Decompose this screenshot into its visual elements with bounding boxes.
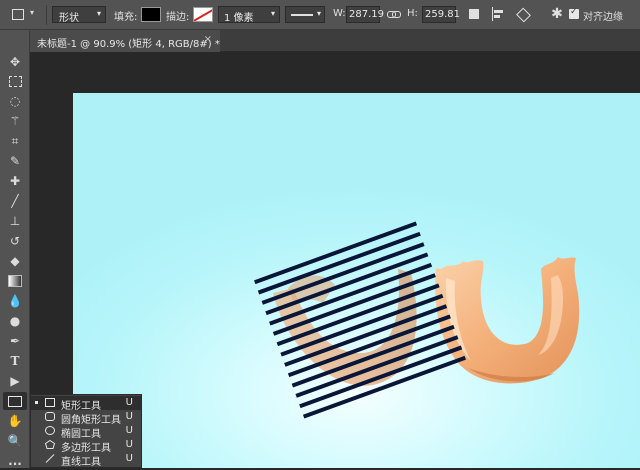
letter-u-right [435, 257, 580, 384]
history-brush-tool-icon[interactable]: ↺ [3, 232, 27, 250]
document-tab-bar: « 未标题-1 @ 90.9% (矩形 4, RGB/8#) * × [0, 30, 640, 52]
healing-brush-tool-icon[interactable]: ✚ [3, 172, 27, 190]
clone-stamp-tool-icon[interactable]: ⊥ [3, 212, 27, 230]
document-canvas[interactable] [73, 93, 640, 468]
rectangle-tool-icon [12, 9, 24, 20]
lasso-tool-icon[interactable]: ◌ [3, 92, 27, 110]
path-operations-icon[interactable] [469, 9, 479, 19]
flyout-item-shortcut: U [125, 411, 133, 422]
gradient-tool-icon[interactable] [3, 272, 27, 290]
type-tool-icon[interactable]: T [3, 352, 27, 370]
rectangle-icon [45, 398, 55, 407]
options-bar: ▾ 形状 ▾ 填充: 描边: 1 像素 ▾ ▾ W: 287.19 H: 259… [0, 0, 640, 30]
stripe-rectangle[interactable] [257, 231, 421, 295]
flyout-item-line[interactable]: 直线工具 U [31, 452, 141, 468]
mode-select[interactable]: 形状 ▾ [52, 6, 106, 24]
stripe-rectangle[interactable] [254, 221, 418, 285]
dodge-tool-icon[interactable]: ● [3, 312, 27, 330]
shape-tools-flyout: 矩形工具 U 圆角矩形工具 U 椭圆工具 U 多边形工具 U 直线工具 U [30, 394, 142, 468]
flyout-item-shortcut: U [125, 439, 133, 450]
artwork [254, 221, 580, 419]
flyout-item-rectangle[interactable]: 矩形工具 U [31, 396, 141, 412]
path-alignment-icon[interactable] [491, 7, 505, 21]
eraser-tool-icon[interactable]: ◆ [3, 252, 27, 270]
link-icon[interactable] [387, 8, 401, 20]
align-edges-checkbox[interactable]: ✓ [569, 7, 579, 19]
no-stroke-slash-icon [194, 8, 212, 21]
magic-wand-tool-icon[interactable]: ⚚ [3, 112, 27, 130]
rectangle-tool-icon[interactable] [3, 392, 27, 410]
document-tab[interactable]: 未标题-1 @ 90.9% (矩形 4, RGB/8#) * × [30, 30, 220, 52]
flyout-item-shortcut: U [125, 453, 133, 464]
path-arrangement-icon[interactable] [516, 7, 531, 23]
document-tab-title: 未标题-1 @ 90.9% (矩形 4, RGB/8#) * [37, 39, 220, 50]
flyout-item-rounded-rectangle[interactable]: 圆角矩形工具 U [31, 410, 141, 426]
height-input[interactable]: 259.81 [422, 6, 460, 23]
eyedropper-tool-icon[interactable]: ✎ [3, 152, 27, 170]
fill-label: 填充: [114, 12, 138, 23]
checkmark-icon: ✓ [570, 7, 578, 17]
align-edges-label: 对齐边缘 [583, 12, 623, 23]
polygon-icon [45, 440, 55, 449]
chevron-down-icon: ▾ [30, 8, 35, 17]
blur-tool-icon[interactable]: 💧 [3, 292, 27, 310]
fill-swatch[interactable] [141, 7, 161, 22]
flyout-item-label: 直线工具 [61, 457, 101, 468]
stroke-label: 描边: [166, 12, 190, 23]
path-selection-tool-icon[interactable]: ▶ [3, 372, 27, 390]
flyout-item-shortcut: U [125, 397, 133, 408]
mode-value: 形状 [59, 13, 79, 24]
stroke-width-value: 1 像素 [224, 13, 254, 24]
stroke-width-select[interactable]: 1 像素 ▾ [218, 6, 280, 24]
flyout-item-polygon[interactable]: 多边形工具 U [31, 438, 141, 454]
tool-preset-picker[interactable]: ▾ [8, 6, 44, 24]
stroke-type-select[interactable]: ▾ [285, 6, 325, 23]
active-indicator [35, 401, 38, 404]
chevron-down-icon: ▾ [316, 9, 321, 18]
gear-icon[interactable]: ✱ [549, 6, 565, 22]
rounded-rectangle-icon [45, 412, 55, 421]
close-icon[interactable]: × [204, 34, 212, 45]
hand-tool-icon[interactable]: ✋ [3, 412, 27, 430]
stroke-swatch[interactable] [193, 7, 213, 22]
width-input[interactable]: 287.19 [346, 6, 384, 23]
brush-tool-icon[interactable]: ╱ [3, 192, 27, 210]
chevron-down-icon: ▾ [96, 9, 101, 18]
more-tools-icon[interactable]: ... [3, 452, 27, 470]
tools-panel: ✥ ◌ ⚚ ⌗ ✎ ✚ ╱ ⊥ ↺ ◆ 💧 ● ✒ T ▶ ✋ 🔍 ... [0, 30, 30, 468]
width-value: 287.19 [349, 9, 384, 20]
height-value: 259.81 [425, 9, 460, 20]
line-style-icon [291, 14, 313, 16]
line-icon [45, 454, 55, 463]
divider [46, 5, 47, 25]
height-label: H: [407, 8, 418, 19]
chevron-down-icon: ▾ [270, 9, 275, 18]
zoom-tool-icon[interactable]: 🔍 [3, 432, 27, 450]
crop-tool-icon[interactable]: ⌗ [3, 132, 27, 150]
move-tool-icon[interactable]: ✥ [3, 53, 27, 71]
width-label: W: [333, 8, 346, 19]
pen-tool-icon[interactable]: ✒ [3, 332, 27, 350]
marquee-tool-icon[interactable] [3, 72, 27, 90]
flyout-item-shortcut: U [125, 425, 133, 436]
flyout-item-ellipse[interactable]: 椭圆工具 U [31, 424, 141, 440]
ellipse-icon [45, 426, 55, 435]
